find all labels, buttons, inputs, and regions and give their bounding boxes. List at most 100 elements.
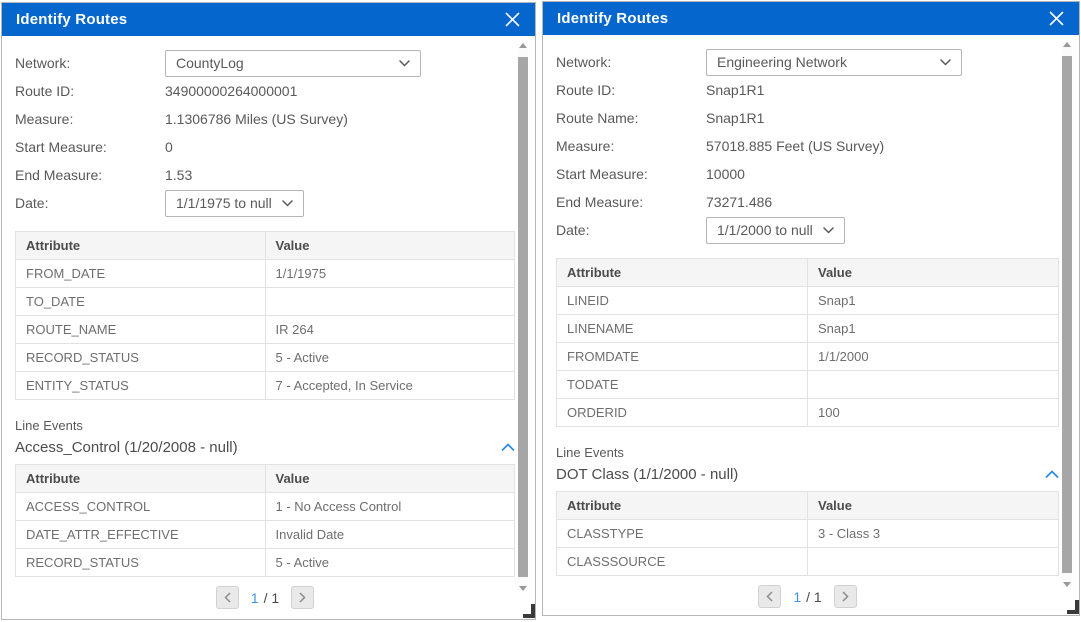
- current-page-number: 1: [251, 590, 259, 606]
- value-cell: [808, 548, 1059, 576]
- field-value: 34900000264000001: [165, 83, 297, 99]
- dropdown-selected-value: 1/1/2000 to null: [717, 222, 813, 238]
- field-dropdown[interactable]: 1/1/2000 to null: [706, 217, 845, 244]
- dropdown-selected-value: Engineering Network: [717, 54, 847, 70]
- field-value: Snap1R1: [706, 110, 764, 126]
- field-value: 1.1306786 Miles (US Survey): [165, 111, 348, 127]
- field-dropdown[interactable]: Engineering Network: [706, 49, 962, 76]
- chevron-up-icon: [1045, 470, 1059, 479]
- value-cell: IR 264: [265, 316, 515, 344]
- previous-page-button[interactable]: [758, 585, 781, 608]
- attribute-column-header: Attribute: [557, 259, 808, 287]
- attribute-cell: ROUTE_NAME: [16, 316, 266, 344]
- value-cell: [808, 371, 1059, 399]
- field-label: Measure:: [556, 138, 706, 154]
- close-icon[interactable]: [502, 10, 522, 30]
- value-cell: 1/1/2000: [808, 343, 1059, 371]
- field-row: Route ID: Snap1R1: [556, 76, 1059, 104]
- page-indicator: 1 / 1: [251, 590, 279, 606]
- table-row: RECORD_STATUS 5 - Active: [16, 549, 515, 577]
- value-column-header: Value: [265, 232, 515, 260]
- table-row: DATE_ATTR_EFFECTIVE Invalid Date: [16, 521, 515, 549]
- scroll-up-arrow-icon[interactable]: [1063, 42, 1071, 47]
- field-label: Network:: [15, 55, 165, 71]
- value-cell: 100: [808, 399, 1059, 427]
- window-body: Network: CountyLog Route ID: 34900000264…: [2, 36, 535, 619]
- identify-routes-window-left: Identify Routes Network: CountyLog: [1, 2, 536, 620]
- resize-handle[interactable]: [1067, 600, 1079, 614]
- window-title: Identify Routes: [16, 11, 127, 28]
- field-label: End Measure:: [556, 194, 706, 210]
- field-label: Route ID:: [15, 83, 165, 99]
- field-label: Start Measure:: [15, 139, 165, 155]
- vertical-scrollbar[interactable]: [1062, 42, 1072, 587]
- scroll-down-arrow-icon[interactable]: [1063, 582, 1071, 587]
- field-dropdown[interactable]: 1/1/1975 to null: [165, 190, 304, 217]
- attribute-table: Attribute Value LINEID Snap1 LINENAME: [556, 258, 1059, 427]
- line-events-label: Line Events: [556, 445, 1059, 460]
- collapse-section-button[interactable]: [501, 443, 515, 452]
- line-events-label: Line Events: [15, 418, 515, 433]
- attribute-cell: TODATE: [557, 371, 808, 399]
- field-value: Snap1R1: [706, 82, 764, 98]
- window-titlebar[interactable]: Identify Routes: [2, 3, 535, 36]
- close-icon[interactable]: [1046, 9, 1066, 29]
- scroll-down-arrow-icon[interactable]: [519, 586, 527, 591]
- field-row: Start Measure: 10000: [556, 160, 1059, 188]
- chevron-left-icon: [766, 591, 773, 602]
- scrollbar-thumb[interactable]: [518, 57, 528, 577]
- chevron-up-icon: [501, 443, 515, 452]
- vertical-scrollbar[interactable]: [518, 43, 528, 591]
- field-dropdown[interactable]: CountyLog: [165, 50, 421, 77]
- field-row: Measure: 1.1306786 Miles (US Survey): [15, 105, 515, 133]
- field-row: Route Name: Snap1R1: [556, 104, 1059, 132]
- field-value: 10000: [706, 166, 745, 182]
- table-row: FROMDATE 1/1/2000: [557, 343, 1059, 371]
- table-row: LINENAME Snap1: [557, 315, 1059, 343]
- page-indicator: 1 / 1: [793, 589, 821, 605]
- attribute-table: Attribute Value FROM_DATE 1/1/1975 TO_DA…: [15, 231, 515, 400]
- pagination: 1 / 1: [556, 585, 1059, 608]
- table-row: LINEID Snap1: [557, 287, 1059, 315]
- value-column-header: Value: [808, 259, 1059, 287]
- chevron-down-icon: [399, 60, 410, 67]
- scrollbar-thumb[interactable]: [1062, 56, 1072, 573]
- previous-page-button[interactable]: [216, 586, 239, 609]
- value-cell: 5 - Active: [265, 344, 515, 372]
- table-row: ROUTE_NAME IR 264: [16, 316, 515, 344]
- scroll-up-arrow-icon[interactable]: [519, 43, 527, 48]
- value-cell: 1 - No Access Control: [265, 493, 515, 521]
- window-title: Identify Routes: [557, 10, 668, 27]
- table-row: TODATE: [557, 371, 1059, 399]
- collapse-section-button[interactable]: [1045, 470, 1059, 479]
- chevron-right-icon: [842, 591, 849, 602]
- field-row: Start Measure: 0: [15, 133, 515, 161]
- value-cell: Snap1: [808, 287, 1059, 315]
- window-titlebar[interactable]: Identify Routes: [543, 2, 1079, 35]
- table-row: ACCESS_CONTROL 1 - No Access Control: [16, 493, 515, 521]
- line-event-section-title: Access_Control (1/20/2008 - null): [15, 439, 238, 456]
- field-value: 73271.486: [706, 194, 772, 210]
- route-fields: Network: Engineering Network Route ID: S…: [556, 48, 1059, 244]
- attribute-column-header: Attribute: [16, 465, 266, 493]
- attribute-column-header: Attribute: [557, 492, 808, 520]
- attribute-cell: FROMDATE: [557, 343, 808, 371]
- field-row: Network: CountyLog: [15, 49, 515, 77]
- field-row: End Measure: 73271.486: [556, 188, 1059, 216]
- table-row: ORDERID 100: [557, 399, 1059, 427]
- next-page-button[interactable]: [834, 585, 857, 608]
- value-column-header: Value: [265, 465, 515, 493]
- next-page-button[interactable]: [291, 586, 314, 609]
- window-body: Network: Engineering Network Route ID: S…: [543, 35, 1079, 615]
- attribute-column-header: Attribute: [16, 232, 266, 260]
- dropdown-selected-value: CountyLog: [176, 55, 244, 71]
- attribute-cell: RECORD_STATUS: [16, 549, 266, 577]
- attribute-cell: LINEID: [557, 287, 808, 315]
- table-row: FROM_DATE 1/1/1975: [16, 260, 515, 288]
- total-pages: / 1: [806, 589, 822, 605]
- value-cell: 5 - Active: [265, 549, 515, 577]
- chevron-right-icon: [299, 592, 306, 603]
- current-page-number: 1: [793, 589, 801, 605]
- total-pages: / 1: [264, 590, 280, 606]
- resize-handle[interactable]: [523, 604, 535, 618]
